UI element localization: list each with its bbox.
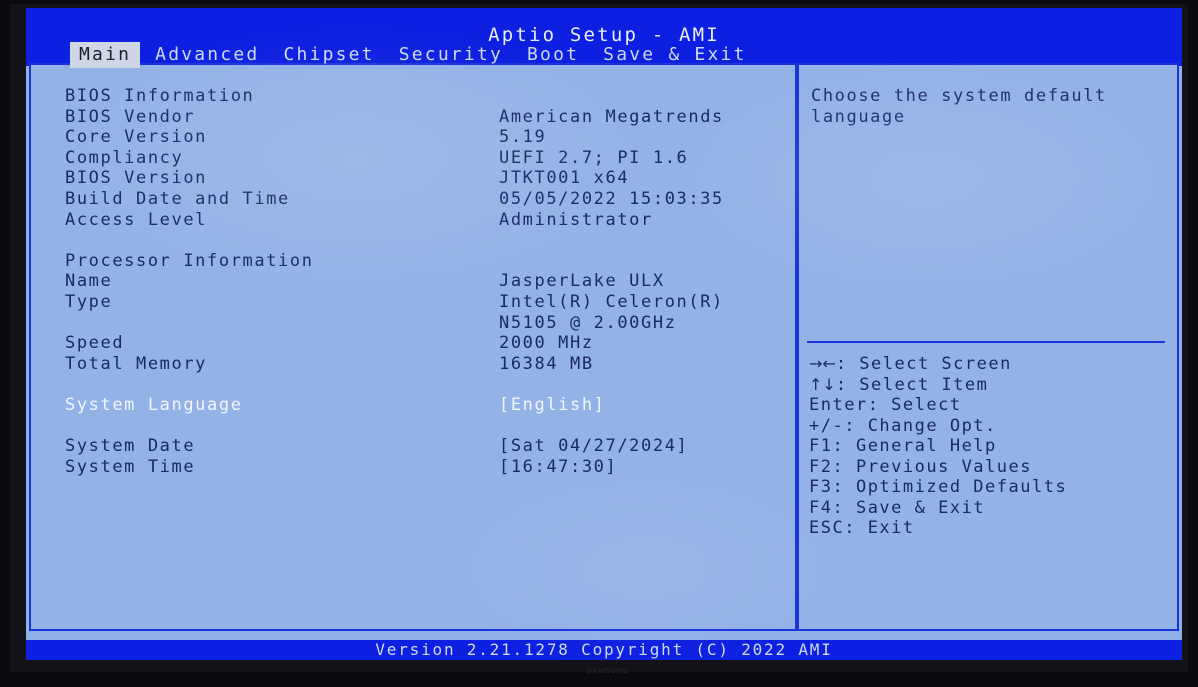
help-text-line: language <box>811 106 906 127</box>
settings-row-label: BIOS Version <box>65 168 208 189</box>
key-action-label: : Previous Values <box>832 456 1032 477</box>
key-action-label: : Exit <box>844 518 915 538</box>
settings-row-label: Processor Information <box>65 250 314 271</box>
settings-row-spacer <box>65 374 765 395</box>
settings-row-value[interactable]: [16:47:30] <box>499 457 617 478</box>
key-name: F4 <box>809 497 833 518</box>
help-description: Choose the system default language <box>811 86 1163 127</box>
settings-row-total-memory[interactable]: Total Memory 16384 MB <box>65 354 765 375</box>
menu-tab-boot[interactable]: Boot <box>518 42 588 68</box>
settings-row-bios-version[interactable]: BIOS Version JTKT001 x64 <box>65 168 765 189</box>
key-name: ESC <box>809 518 845 538</box>
key-name: F2 <box>809 456 833 477</box>
settings-row-name[interactable]: Name JasperLake ULX <box>65 271 765 292</box>
key-action-label: : Select <box>867 395 962 415</box>
settings-row-value: JTKT001 x64 <box>499 168 630 189</box>
key-action-label: : Select Screen <box>835 354 1012 374</box>
settings-list[interactable]: BIOS Information BIOS Vendor American Mega… <box>65 86 765 477</box>
settings-row-label: Access Level <box>65 209 208 230</box>
settings-row-value: American Megatrends <box>499 106 724 127</box>
version-copyright-text: Version 2.21.1278 Copyright (C) 2022 AMI <box>375 640 833 659</box>
settings-row-system-language[interactable]: System Language [English] <box>65 395 765 416</box>
settings-row-label: BIOS Information <box>65 86 255 106</box>
menu-tab-main[interactable]: Main <box>70 42 141 68</box>
settings-row-spacer <box>65 230 765 251</box>
settings-row-label: System Time <box>65 456 196 477</box>
menu-tab-chipset[interactable]: Chipset <box>274 42 383 68</box>
settings-row-value: 5.19 <box>499 127 547 148</box>
settings-row-speed[interactable]: Speed 2000 MHz <box>65 333 765 354</box>
settings-row-access-level[interactable]: Access Level Administrator <box>65 210 765 231</box>
key-name: F1 <box>809 436 833 456</box>
settings-row-compliancy[interactable]: Compliancy UEFI 2.7; PI 1.6 <box>65 148 765 169</box>
settings-row-value: Administrator <box>499 209 653 230</box>
key-name: +/- <box>809 415 845 436</box>
help-panel: Choose the system default language →←: Se… <box>797 63 1179 631</box>
settings-row-label: Compliancy <box>65 147 184 168</box>
key-legend-select: Enter: Select <box>809 395 1173 416</box>
settings-row-label: Type <box>65 291 113 312</box>
settings-row-label: Total Memory <box>65 353 208 374</box>
settings-row-system-time[interactable]: System Time [16:47:30] <box>65 457 765 478</box>
arrow-keys-icon: →← <box>809 354 836 373</box>
key-legend-previous-values: F2: Previous Values <box>809 457 1173 478</box>
help-divider <box>807 341 1165 343</box>
settings-row-core-version[interactable]: Core Version 5.19 <box>65 127 765 148</box>
key-legend-save-exit: F4: Save & Exit <box>809 498 1173 519</box>
key-legend-general-help: F1: General Help <box>809 436 1173 457</box>
menu-tab-advanced[interactable]: Advanced <box>146 42 268 68</box>
monitor-brand-label: SAMSUNG <box>586 668 630 675</box>
settings-row-label: Core Version <box>65 127 208 148</box>
key-legend-exit: ESC: Exit <box>809 518 1173 539</box>
menu-tab-security[interactable]: Security <box>390 42 512 68</box>
settings-row-n5105-2-00ghz[interactable]: N5105 @ 2.00GHz <box>65 313 765 334</box>
settings-row-label: System Language <box>65 394 243 415</box>
key-legend-select-screen: →←: Select Screen <box>809 354 1173 375</box>
arrow-keys-icon: ↑↓ <box>809 374 836 394</box>
key-action-label: : General Help <box>832 436 997 456</box>
settings-row-bios-vendor[interactable]: BIOS Vendor American Megatrends <box>65 107 765 128</box>
settings-row-type[interactable]: Type Intel(R) Celeron(R) <box>65 292 765 313</box>
menu-tab-save-exit[interactable]: Save & Exit <box>594 42 755 68</box>
key-legend-change-opt: +/-: Change Opt. <box>809 416 1173 437</box>
settings-row-spacer <box>65 416 765 437</box>
settings-row-value: N5105 @ 2.00GHz <box>499 312 677 333</box>
settings-row-value: 16384 MB <box>499 353 594 374</box>
settings-row-label: System Date <box>65 436 196 457</box>
help-text-line: Choose the system default <box>811 86 1107 106</box>
settings-row-value: 05/05/2022 15:03:35 <box>499 188 724 209</box>
footer-bar: Version 2.21.1278 Copyright (C) 2022 AMI <box>26 640 1182 660</box>
settings-row-processor-information[interactable]: Processor Information <box>65 251 765 272</box>
monitor-bezel: SAMSUNG Aptio Setup - AMI Main Advanced Ch… <box>0 0 1198 687</box>
key-action-label: : Change Opt. <box>844 415 997 436</box>
settings-row-value: Intel(R) Celeron(R) <box>499 291 724 312</box>
key-action-label: : Save & Exit <box>832 497 986 518</box>
settings-row-value[interactable]: [Sat 04/27/2024] <box>499 436 688 457</box>
settings-row-value[interactable]: [English] <box>499 395 606 416</box>
key-legend-list: →←: Select Screen ↑↓: Select Item Enter: S… <box>809 354 1173 539</box>
key-legend-optimized-defaults: F3: Optimized Defaults <box>809 477 1173 498</box>
key-name: Enter <box>809 395 868 415</box>
key-action-label: : Optimized Defaults <box>832 477 1068 497</box>
settings-row-label: Speed <box>65 333 125 354</box>
settings-row-label: Name <box>65 271 113 292</box>
key-name: F3 <box>809 477 833 497</box>
settings-row-label: BIOS Vendor <box>65 106 196 127</box>
key-legend-select-item: ↑↓: Select Item <box>809 375 1173 396</box>
settings-row-value: JasperLake ULX <box>499 271 665 292</box>
settings-row-system-date[interactable]: System Date [Sat 04/27/2024] <box>65 436 765 457</box>
key-action-label: : Select Item <box>835 374 989 395</box>
settings-row-value: 2000 MHz <box>499 333 594 354</box>
settings-panel: BIOS Information BIOS Vendor American Mega… <box>29 63 797 631</box>
settings-row-label: Build Date and Time <box>65 188 290 209</box>
settings-row-bios-information[interactable]: BIOS Information <box>65 86 765 107</box>
bios-screen: Aptio Setup - AMI Main Advanced Chipset Sec… <box>26 8 1182 660</box>
settings-row-build-date-and-time[interactable]: Build Date and Time 05/05/2022 15:03:35 <box>65 189 765 210</box>
menu-bar[interactable]: Main Advanced Chipset Security Boot Save & Ex… <box>26 42 762 68</box>
settings-row-value: UEFI 2.7; PI 1.6 <box>499 147 689 168</box>
